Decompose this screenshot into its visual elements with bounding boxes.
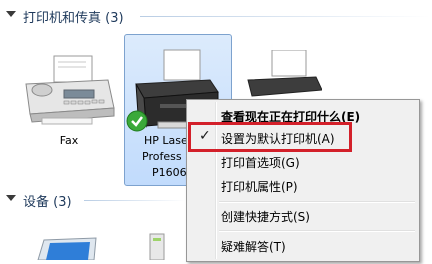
group-divider: [140, 16, 430, 17]
menu-separator: [219, 230, 415, 232]
menu-item-label: 打印首选项(G): [221, 156, 300, 170]
menu-item-troubleshoot[interactable]: 疑难解答(T): [189, 234, 417, 256]
printers-group-title: 打印机和传真 (3): [23, 11, 124, 26]
menu-item-label: 创建快捷方式(S): [221, 210, 310, 224]
collapse-arrow-icon[interactable]: [6, 11, 16, 17]
menu-item-create-shortcut[interactable]: 创建快捷方式(S): [189, 204, 417, 226]
monitor-icon: [37, 237, 97, 261]
monitor-device[interactable]: [30, 234, 102, 261]
menu-item-printing-preferences[interactable]: 打印首选项(G): [189, 150, 417, 172]
printers-group-header[interactable]: 打印机和传真 (3): [0, 6, 432, 26]
drive-icon: [149, 233, 165, 261]
hp-printer-label-line2: Profess: [142, 150, 182, 163]
printer-icon: [247, 49, 323, 97]
devices-group-title: 设备 (3): [23, 195, 72, 210]
menu-separator: [219, 201, 415, 203]
hp-printer-label-line3: P1606: [152, 166, 187, 179]
fax-icon: [25, 55, 115, 125]
group-divider: [84, 200, 186, 201]
fax-label: Fax: [59, 134, 79, 147]
menu-item-label: 疑难解答(T): [221, 240, 286, 254]
drive-device[interactable]: [146, 232, 168, 261]
fax-device[interactable]: Fax: [16, 50, 122, 150]
printer-device-3[interactable]: [242, 49, 323, 100]
hp-printer-label-line1: HP Lase: [144, 134, 188, 147]
annotation-highlight-box: [188, 122, 352, 152]
menu-item-printer-properties[interactable]: 打印机属性(P): [189, 174, 417, 196]
menu-item-label: 打印机属性(P): [221, 180, 298, 194]
default-check-icon: [126, 110, 148, 132]
collapse-arrow-icon[interactable]: [6, 195, 16, 201]
